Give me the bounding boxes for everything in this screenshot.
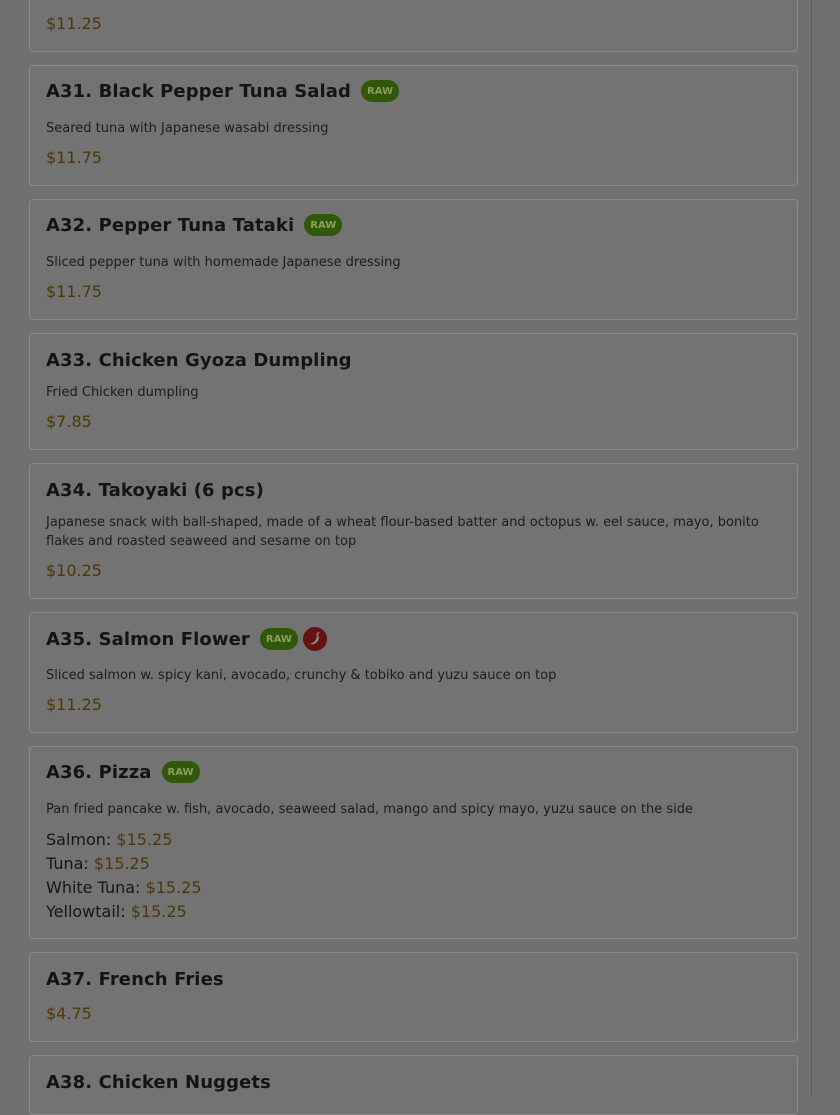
item-title-row: A38. Chicken Nuggets [46, 1070, 271, 1094]
item-price: $10.25 [46, 561, 102, 580]
item-title: A37. French Fries [46, 968, 224, 990]
menu-item-card-prev[interactable]: $11.25 [29, 0, 798, 52]
item-title-row: A31. Black Pepper Tuna Salad RAW [46, 80, 400, 102]
option-price: $15.25 [145, 878, 202, 897]
item-title: A36. Pizza [46, 761, 152, 783]
item-price: $11.25 [46, 695, 102, 714]
item-title-row: A32. Pepper Tuna Tataki RAW [46, 214, 343, 236]
option-price: $15.25 [116, 830, 173, 849]
menu-item-card-a38[interactable]: A38. Chicken Nuggets [29, 1055, 798, 1115]
size-option-tuna[interactable]: Tuna: $15.25 [46, 854, 150, 873]
chili-pepper-icon [302, 627, 327, 651]
item-title: A31. Black Pepper Tuna Salad [46, 80, 352, 102]
item-price: $11.75 [46, 148, 102, 167]
item-price: $7.85 [46, 412, 92, 431]
raw-badge: RAW [304, 214, 343, 236]
menu-item-card-a32[interactable]: A32. Pepper Tuna Tataki RAW Sliced peppe… [29, 199, 798, 320]
item-title-row: A37. French Fries [46, 967, 224, 991]
raw-badge: RAW [161, 761, 200, 783]
item-description: Japanese snack with ball-shaped, made of… [46, 515, 759, 549]
item-price: $4.75 [46, 1004, 92, 1023]
menu-item-card-a33[interactable]: A33. Chicken Gyoza Dumpling Fried Chicke… [29, 333, 798, 450]
item-title: A35. Salmon Flower [46, 628, 250, 650]
item-title: A34. Takoyaki (6 pcs) [46, 479, 264, 501]
item-title-row: A34. Takoyaki (6 pcs) [46, 478, 264, 502]
size-option-white-tuna[interactable]: White Tuna: $15.25 [46, 878, 202, 897]
menu-item-list: $11.25 A31. Black Pepper Tuna Salad RAW … [0, 0, 812, 1115]
option-label: Salmon: [46, 830, 112, 849]
item-price: $11.75 [46, 282, 102, 301]
item-description: Sliced pepper tuna with homemade Japanes… [46, 255, 401, 270]
menu-item-card-a35[interactable]: A35. Salmon Flower RAW Sliced salmon w. … [29, 612, 798, 733]
item-title: A32. Pepper Tuna Tataki [46, 214, 295, 236]
raw-badge: RAW [259, 628, 298, 650]
raw-badge: RAW [361, 80, 400, 102]
item-description: Pan fried pancake w. fish, avocado, seaw… [46, 802, 693, 817]
menu-item-card-a31[interactable]: A31. Black Pepper Tuna Salad RAW Seared … [29, 65, 798, 186]
menu-item-card-a34[interactable]: A34. Takoyaki (6 pcs) Japanese snack wit… [29, 463, 798, 599]
size-option-yellowtail[interactable]: Yellowtail: $15.25 [46, 902, 187, 921]
item-price: $11.25 [46, 14, 102, 33]
size-option-salmon[interactable]: Salmon: $15.25 [46, 830, 172, 849]
item-title: A33. Chicken Gyoza Dumpling [46, 349, 352, 371]
option-price: $15.25 [130, 902, 187, 921]
menu-item-card-a37[interactable]: A37. French Fries $4.75 [29, 952, 798, 1042]
item-title-row: A36. Pizza RAW [46, 761, 200, 783]
scroll-rail [811, 0, 812, 1097]
option-label: Tuna: [46, 854, 89, 873]
option-label: White Tuna: [46, 878, 141, 897]
item-description: Fried Chicken dumpling [46, 385, 199, 400]
item-title: A38. Chicken Nuggets [46, 1071, 271, 1093]
menu-item-card-a36[interactable]: A36. Pizza RAW Pan fried pancake w. fish… [29, 746, 798, 939]
item-description: Seared tuna with Japanese wasabi dressin… [46, 121, 329, 136]
option-label: Yellowtail: [46, 902, 126, 921]
item-title-row: A33. Chicken Gyoza Dumpling [46, 348, 352, 372]
option-price: $15.25 [93, 854, 150, 873]
item-description: Sliced salmon w. spicy kani, avocado, cr… [46, 668, 557, 683]
item-title-row: A35. Salmon Flower RAW [46, 627, 327, 651]
